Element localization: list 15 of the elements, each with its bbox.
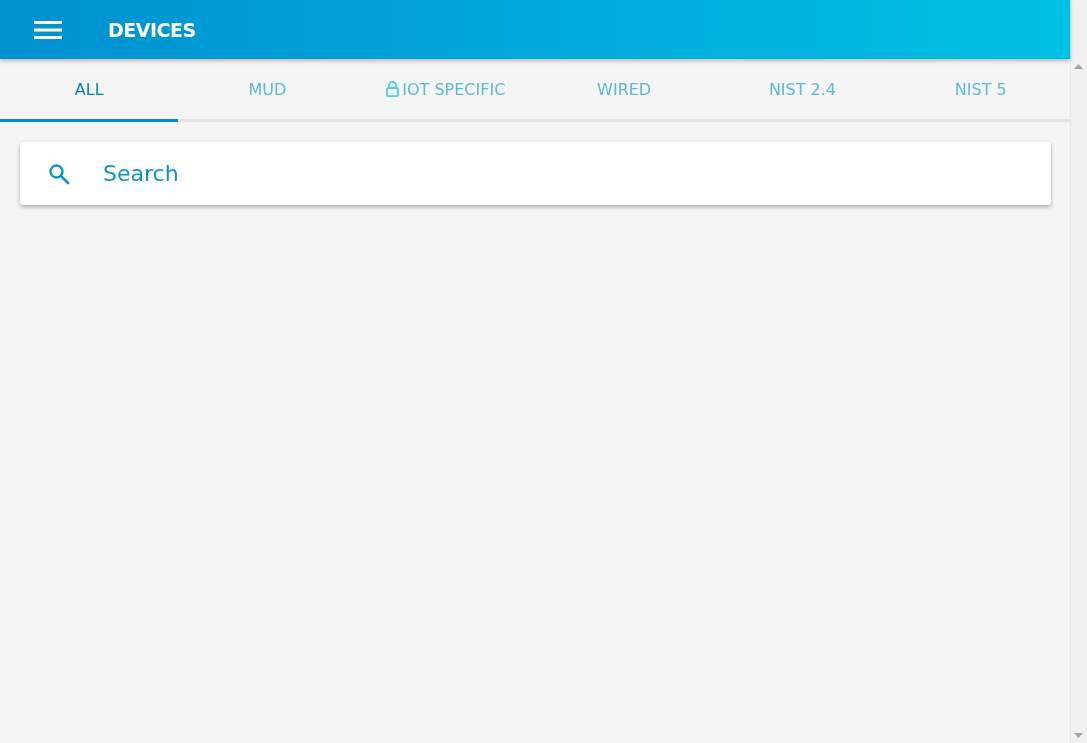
menu-icon[interactable] [34,19,62,40]
app-title: DEVICES [108,18,196,41]
lock-icon [386,81,400,97]
search-icon [47,161,71,186]
tab[interactable]: NIST 5 [891,59,1070,122]
search-field[interactable]: Search [101,160,1051,187]
search-bar[interactable]: Search [20,142,1051,205]
scroll-up-icon[interactable] [1074,64,1083,69]
scroll-down-icon[interactable] [1074,733,1083,738]
scrollbar[interactable] [1070,0,1087,743]
tab[interactable]: ALL [0,59,179,122]
tab[interactable]: NIST 2.4 [713,59,892,122]
tab[interactable]: WIRED [535,59,714,122]
tab[interactable]: MUD [178,59,357,122]
tab[interactable]: IOT SPECIFIC [356,59,535,122]
